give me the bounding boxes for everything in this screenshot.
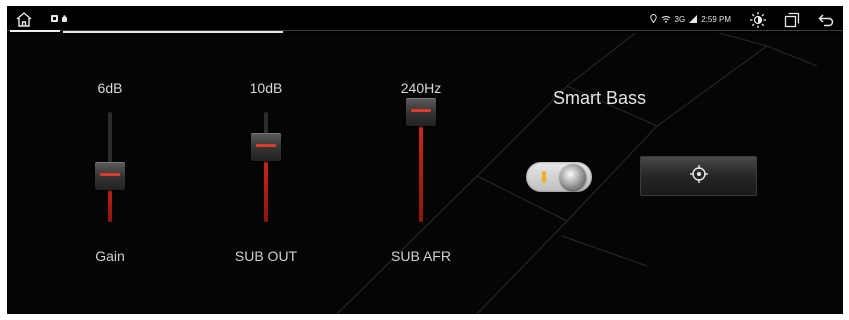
slider-knob[interactable] bbox=[95, 161, 125, 190]
slider-label: SUB OUT bbox=[234, 248, 298, 264]
screen-frame: 3G 2:59 PM 6dB Gain 10dB SUB OUT 240Hz S… bbox=[0, 0, 849, 320]
network-type: 3G bbox=[674, 15, 686, 24]
recent-apps-icon[interactable] bbox=[775, 6, 809, 33]
notification-icon bbox=[51, 15, 58, 24]
slider-knob[interactable] bbox=[406, 98, 436, 126]
smart-bass-toggle[interactable] bbox=[526, 162, 592, 192]
slider-value: 6dB bbox=[97, 80, 123, 96]
clock: 2:59 PM bbox=[701, 15, 731, 24]
brightness-icon[interactable] bbox=[741, 6, 775, 33]
status-bar: 3G 2:59 PM bbox=[7, 6, 843, 33]
car-display: 3G 2:59 PM 6dB Gain 10dB SUB OUT 240Hz S… bbox=[7, 6, 843, 314]
home-indicator bbox=[10, 30, 60, 32]
notification-icons bbox=[51, 14, 68, 25]
gain-slider[interactable]: 6dB Gain bbox=[55, 76, 165, 276]
home-icon[interactable] bbox=[7, 6, 41, 33]
slider-value: 10dB bbox=[249, 80, 283, 96]
sub-out-slider[interactable]: 10dB SUB OUT bbox=[211, 76, 321, 276]
android-icon bbox=[61, 14, 68, 25]
target-button[interactable] bbox=[640, 156, 757, 196]
wifi-icon bbox=[661, 15, 671, 25]
slider-fill bbox=[419, 112, 423, 222]
signal-icon bbox=[689, 14, 698, 25]
slider-label: SUB AFR bbox=[391, 248, 451, 264]
smart-bass-title: Smart Bass bbox=[553, 88, 647, 108]
toggle-indicator bbox=[542, 171, 546, 183]
location-icon bbox=[649, 14, 657, 25]
status-progress-bar bbox=[63, 31, 283, 33]
system-status: 3G 2:59 PM bbox=[649, 14, 731, 25]
back-icon[interactable] bbox=[809, 6, 843, 33]
sub-afr-slider[interactable]: 240Hz SUB AFR bbox=[366, 76, 476, 276]
slider-label: Gain bbox=[95, 248, 125, 264]
target-icon bbox=[689, 164, 709, 188]
toggle-knob[interactable] bbox=[560, 164, 586, 190]
slider-value: 240Hz bbox=[400, 80, 442, 96]
slider-knob[interactable] bbox=[251, 133, 281, 162]
